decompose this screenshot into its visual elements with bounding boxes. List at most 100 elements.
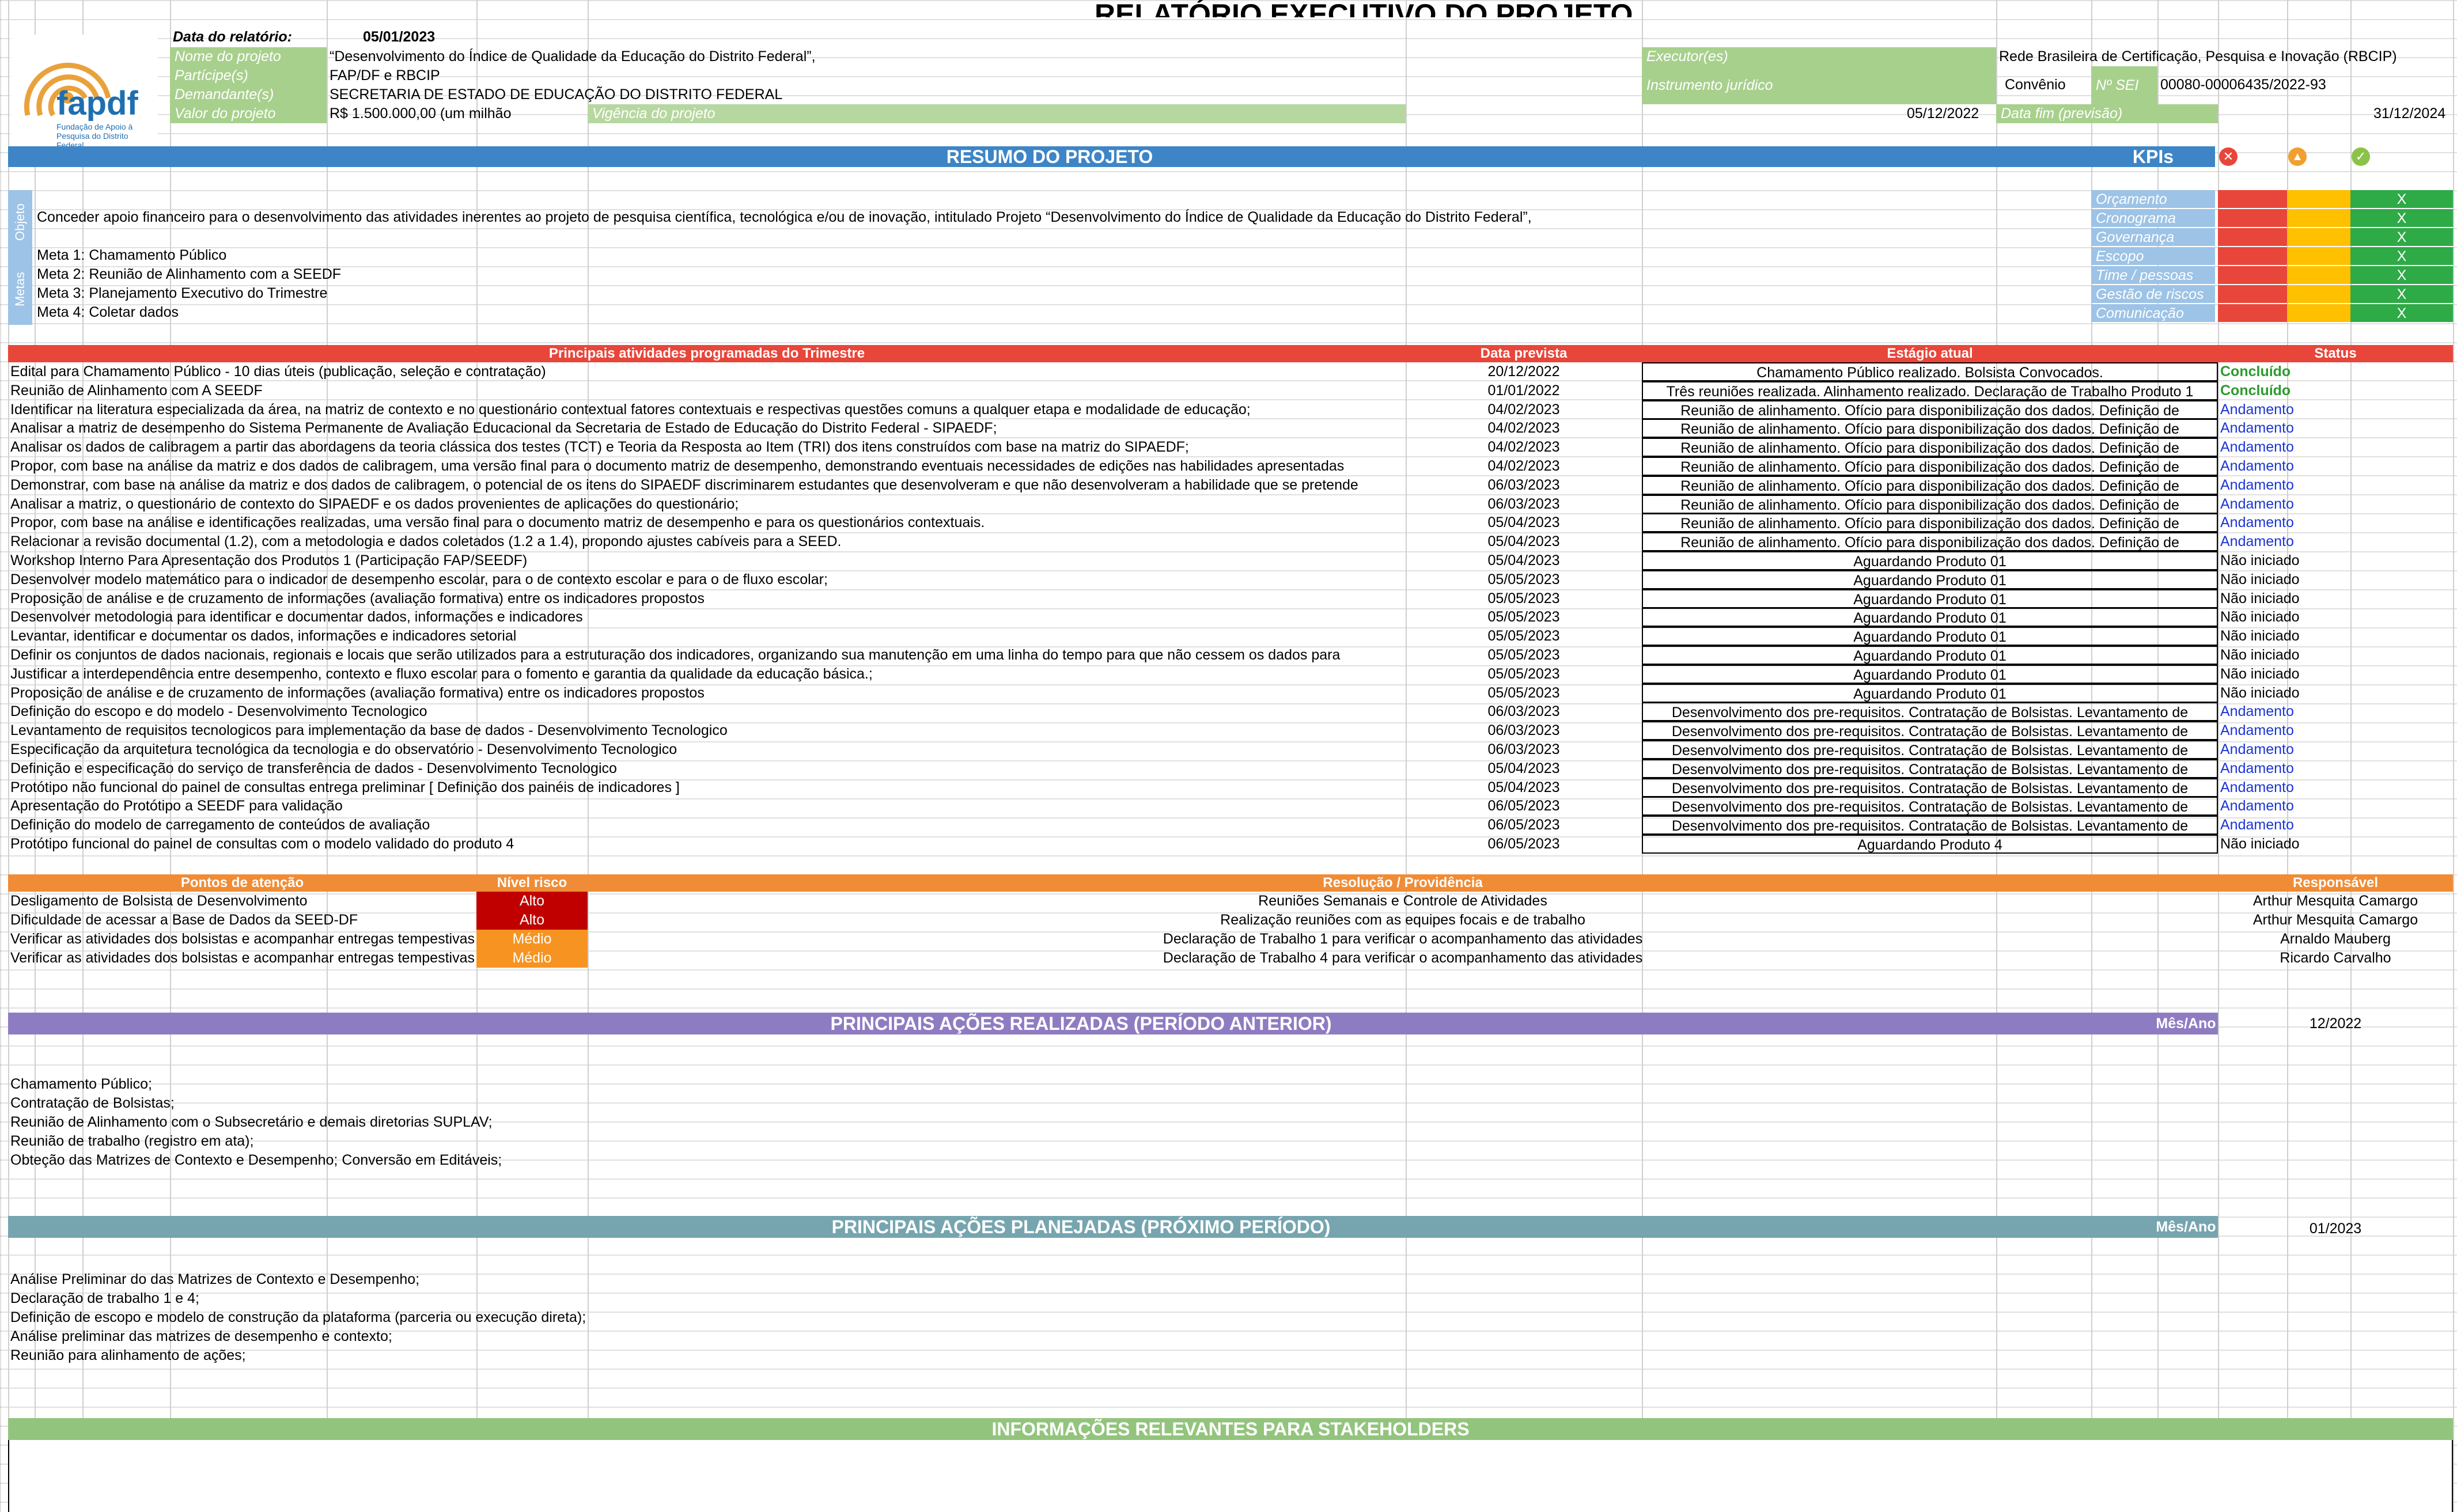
atividade-row: Definição do escopo e do modelo - Desenv… <box>8 702 2451 722</box>
logo-wordmark: fapdf <box>56 86 138 121</box>
atividade-status: Não iniciado <box>2220 647 2300 663</box>
atividade-row: Desenvolver modelo matemático para o ind… <box>8 570 2451 589</box>
atividade-text: Analisar os dados de calibragem a partir… <box>10 439 1189 456</box>
risco-nivel: Alto <box>476 892 588 911</box>
atividade-text: Workshop Interno Para Apresentação dos P… <box>10 552 528 569</box>
kpi-red-cell <box>2218 247 2287 265</box>
atividade-text: Analisar a matriz, o questionário de con… <box>10 495 739 512</box>
atividade-text: Especificação da arquitetura tecnológica… <box>10 741 677 757</box>
atividades-header: Principais atividades programadas do Tri… <box>8 345 2453 362</box>
metas-side-label: Metas <box>8 249 32 325</box>
col-atividade: Principais atividades programadas do Tri… <box>548 346 865 361</box>
atividade-data: 06/03/2023 <box>1487 741 1560 757</box>
risco-ponto: Dificuldade de acessar a Base de Dados d… <box>10 912 358 928</box>
list-item: Declaração de trabalho 1 e 4; <box>10 1290 199 1306</box>
kpis-title: KPIs <box>2091 146 2215 167</box>
atividade-status: Andamento <box>2220 722 2294 739</box>
atividade-status: Andamento <box>2220 798 2294 814</box>
atividade-data: 06/03/2023 <box>1487 722 1560 739</box>
kpi-yellow-cell <box>2287 247 2350 265</box>
atividade-row: Protótipo não funcional do painel de con… <box>8 778 2451 797</box>
atividade-data: 04/02/2023 <box>1487 420 1560 437</box>
atividade-status: Concluído <box>2220 363 2291 380</box>
atividade-status: Andamento <box>2220 779 2294 795</box>
atividade-estagio: Desenvolvimento dos pre-requisitos. Cont… <box>1642 721 2218 741</box>
kpi-yellow-cell <box>2287 209 2350 227</box>
atividade-row: Justificar a interdependência entre dese… <box>8 664 2451 684</box>
atividade-text: Definição do escopo e do modelo - Desenv… <box>10 703 427 720</box>
resumo-band: RESUMO DO PROJETO <box>8 146 2091 167</box>
list-item: Reunião de Alinhamento com o Subsecretár… <box>10 1114 493 1130</box>
atividade-row: Workshop Interno Para Apresentação dos P… <box>8 551 2451 570</box>
report-date-label: Data do relatório: <box>173 29 292 45</box>
atividade-data: 06/03/2023 <box>1487 703 1560 720</box>
realizadas-band: PRINCIPAIS AÇÕES REALIZADAS (PERÍODO ANT… <box>8 1013 2154 1034</box>
atividade-row: Proposição de análise e de cruzamento de… <box>8 683 2451 703</box>
atividade-text: Proposição de análise e de cruzamento de… <box>10 684 705 701</box>
riscos-header: Pontos de atenção Nível risco Resolução … <box>8 874 2453 892</box>
datafim-label: Data fim (previsão) <box>1996 104 2218 123</box>
atividade-data: 05/05/2023 <box>1487 665 1560 682</box>
atividade-data: 05/04/2023 <box>1487 552 1560 569</box>
atividade-data: 05/05/2023 <box>1487 590 1560 607</box>
kpi-yellow-cell <box>2287 304 2350 322</box>
atividade-status: Andamento <box>2220 760 2294 776</box>
col-responsavel: Responsável <box>2292 875 2379 890</box>
kpi-red-cell <box>2218 304 2287 322</box>
meta-4: Meta 4: Coletar dados <box>37 304 179 320</box>
atividade-row: Apresentação do Protótipo a SEEDF para v… <box>8 797 2451 816</box>
kpi-label: Cronograma <box>2091 209 2215 227</box>
col-ponto: Pontos de atenção <box>180 875 304 890</box>
instrumento-label: Instrumento jurídico <box>1642 66 1996 104</box>
kpi-yellow-cell <box>2287 266 2350 284</box>
partic-label: Partícipe(s) <box>170 66 327 85</box>
atividade-data: 06/05/2023 <box>1487 836 1560 852</box>
atividade-data: 05/04/2023 <box>1487 760 1560 776</box>
atividade-status: Andamento <box>2220 439 2294 456</box>
atividade-row: Definição do modelo de carregamento de c… <box>8 816 2451 835</box>
atividade-data: 06/03/2023 <box>1487 495 1560 512</box>
kpi-red-icon: ✕ <box>2219 147 2238 166</box>
atividade-estagio: Reunião de alinhamento. Ofício para disp… <box>1642 400 2218 419</box>
kpi-label: Escopo <box>2091 247 2215 265</box>
risco-responsavel: Arnaldo Mauberg <box>2280 931 2391 947</box>
col-data: Data prevista <box>1480 346 1568 361</box>
atividade-row: Identificar na literatura especializada … <box>8 400 2451 419</box>
atividade-text: Protótipo não funcional do painel de con… <box>10 779 680 795</box>
atividade-status: Andamento <box>2220 458 2294 474</box>
report-date: 05/01/2023 <box>363 29 436 45</box>
col-nivel: Nível risco <box>497 875 567 890</box>
atividade-data: 06/03/2023 <box>1487 476 1560 493</box>
kpi-green-cell: X <box>2350 285 2453 303</box>
atividade-row: Protótipo funcional do painel de consult… <box>8 835 2451 854</box>
kpi-yellow-icon: ▲ <box>2288 147 2307 166</box>
atividade-status: Não iniciado <box>2220 684 2300 701</box>
atividade-row: Reunião de Alinhamento com A SEEDF 01/01/… <box>8 381 2451 400</box>
atividade-text: Protótipo funcional do painel de consult… <box>10 836 514 852</box>
atividade-data: 05/05/2023 <box>1487 628 1560 645</box>
atividade-estagio: Aguardando Produto 01 <box>1642 608 2218 627</box>
atividade-text: Definição do modelo de carregamento de c… <box>10 817 430 833</box>
nome-label: Nome do projeto <box>170 47 327 66</box>
risco-responsavel: Ricardo Carvalho <box>2280 950 2391 966</box>
atividade-row: Propor, com base na análise e identifica… <box>8 513 2451 533</box>
demand-value: SECRETARIA DE ESTADO DE EDUCAÇÃO DO DIST… <box>330 86 783 103</box>
datafim-value: 31/12/2024 <box>2373 105 2446 122</box>
kpi-label: Governança <box>2091 228 2215 246</box>
planejadas-band: PRINCIPAIS AÇÕES PLANEJADAS (PRÓXIMO PER… <box>8 1216 2154 1238</box>
meta-2: Meta 2: Reunião de Alinhamento com a SEE… <box>37 266 342 282</box>
atividade-estagio: Aguardando Produto 01 <box>1642 683 2218 703</box>
kpi-red-cell <box>2218 266 2287 284</box>
atividade-status: Andamento <box>2220 817 2294 833</box>
planejadas-mesano-label: Mês/Ano <box>2154 1216 2218 1238</box>
list-item: Análise Preliminar do das Matrizes de Co… <box>10 1271 420 1287</box>
sei-label: Nº SEI <box>2091 66 2157 104</box>
atividade-text: Reunião de Alinhamento com A SEEDF <box>10 382 263 399</box>
atividade-data: 04/02/2023 <box>1487 458 1560 474</box>
valor-value: R$ 1.500.000,00 (um milhão <box>330 105 512 122</box>
sei-value: 00080-00006435/2022-93 <box>2160 77 2326 93</box>
atividade-data: 05/05/2023 <box>1487 609 1560 626</box>
col-estagio: Estágio atual <box>1887 346 1973 361</box>
atividade-status: Andamento <box>2220 514 2294 531</box>
atividade-estagio: Reunião de alinhamento. Ofício para disp… <box>1642 419 2218 438</box>
